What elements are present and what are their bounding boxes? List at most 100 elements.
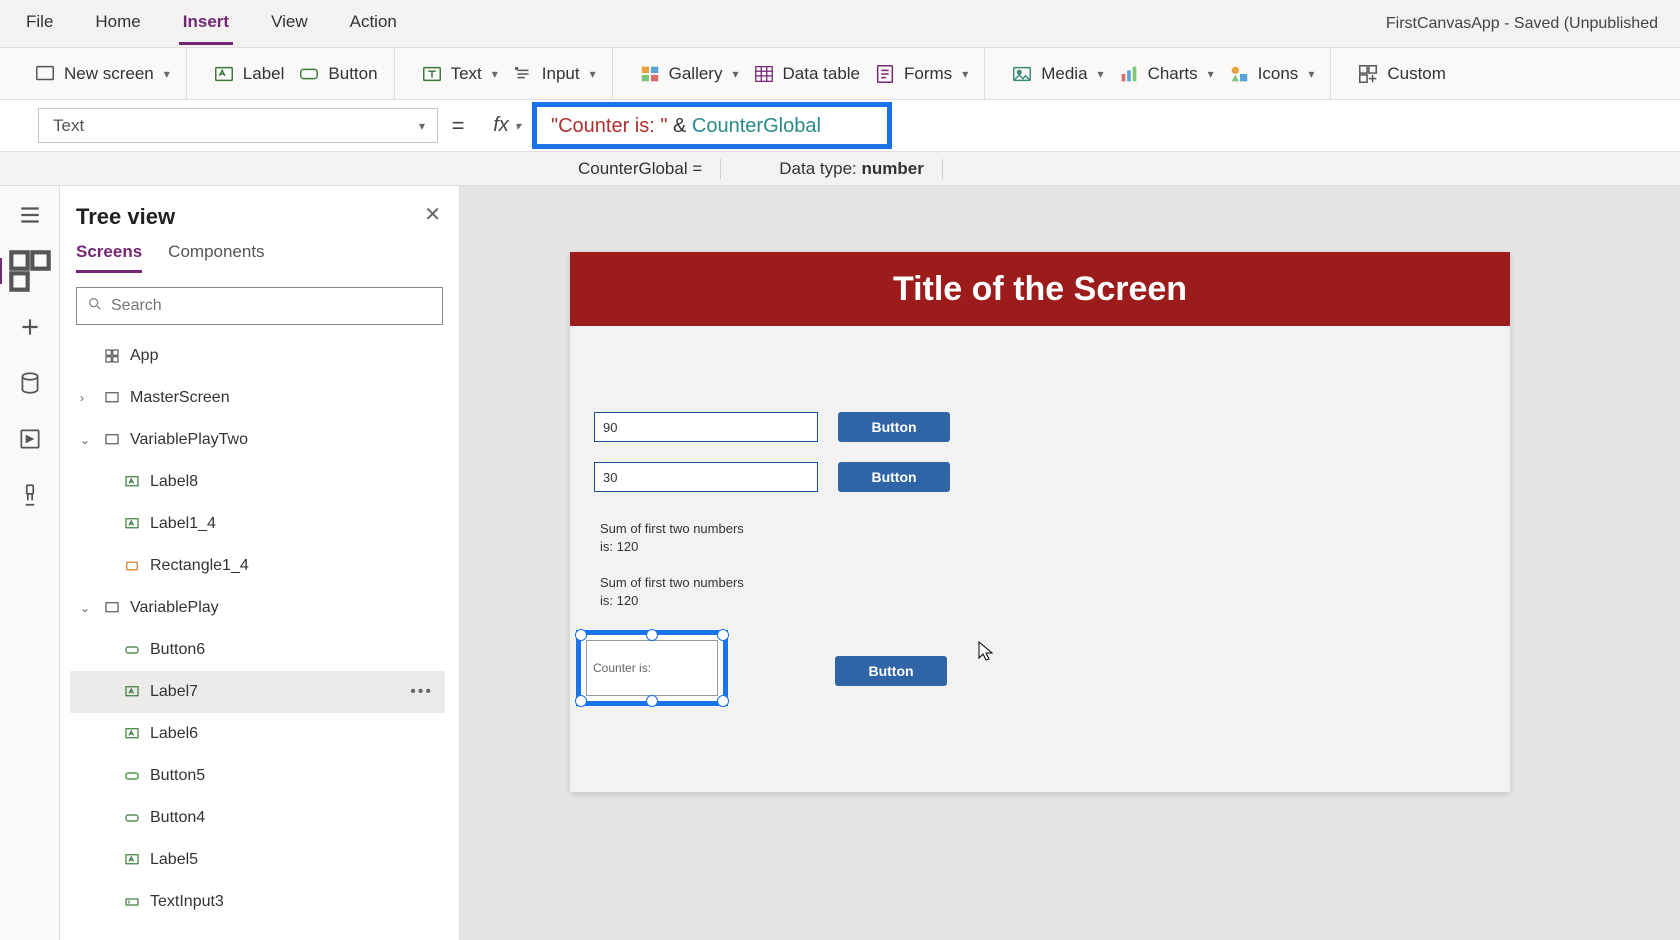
tree-node-app[interactable]: App	[70, 335, 445, 377]
more-icon[interactable]: •••	[410, 683, 433, 701]
input-icon	[512, 63, 534, 85]
chevron-down-icon: ▾	[732, 67, 738, 81]
canvas-button-1[interactable]: Button	[838, 412, 950, 442]
text-icon	[421, 63, 443, 85]
tree-node-label: App	[130, 347, 158, 365]
insert-icons-label: Icons	[1258, 64, 1299, 84]
screen-icon	[102, 388, 122, 408]
insert-charts-label: Charts	[1148, 64, 1198, 84]
tree-node-label: MasterScreen	[130, 389, 230, 407]
insert-rail-icon[interactable]	[17, 314, 43, 340]
tree-node-label: TextInput3	[150, 893, 224, 911]
resize-handle[interactable]	[575, 695, 587, 707]
insert-datatable-button[interactable]: Data table	[751, 59, 863, 89]
resize-handle[interactable]	[575, 629, 587, 641]
resize-handle[interactable]	[646, 629, 658, 641]
media-rail-icon[interactable]	[17, 426, 43, 452]
tab-components[interactable]: Components	[168, 242, 264, 273]
menu-action[interactable]: Action	[346, 2, 401, 45]
canvas-sum-label-1: Sum of first two numbers is: 120	[600, 520, 750, 556]
tree-node-label: VariablePlay	[130, 599, 219, 617]
caret-right-icon[interactable]: ›	[80, 391, 94, 405]
insert-label-button[interactable]: Label	[211, 59, 287, 89]
insert-button-button[interactable]: Button	[296, 59, 379, 89]
tree-node-variableplaytwo[interactable]: ⌄ VariablePlayTwo	[70, 419, 445, 461]
canvas-button-3[interactable]: Button	[835, 656, 947, 686]
canvas-button-2[interactable]: Button	[838, 462, 950, 492]
tree-search-input[interactable]	[111, 297, 432, 315]
insert-custom-label: Custom	[1387, 64, 1446, 84]
insert-text-label: Text	[451, 64, 482, 84]
tree-search-box[interactable]	[76, 287, 443, 325]
chevron-down-icon: ▾	[1208, 67, 1214, 81]
close-icon[interactable]: ✕	[424, 202, 441, 227]
caret-down-icon[interactable]: ⌄	[80, 433, 94, 447]
tree-node-label1-4[interactable]: Label1_4	[70, 503, 445, 545]
insert-custom-button[interactable]: Custom	[1355, 59, 1448, 89]
tree-node-button4[interactable]: Button4	[70, 797, 445, 839]
button-icon	[298, 63, 320, 85]
data-rail-icon[interactable]	[17, 370, 43, 396]
chevron-down-icon: ▾	[515, 119, 521, 133]
insert-charts-button[interactable]: Charts ▾	[1116, 59, 1216, 89]
datatype-value: number	[862, 159, 924, 178]
chevron-down-icon: ▾	[1098, 67, 1104, 81]
insert-media-button[interactable]: Media ▾	[1009, 59, 1105, 89]
tree-node-label8[interactable]: Label8	[70, 461, 445, 503]
hamburger-icon[interactable]	[17, 202, 43, 228]
canvas-input-1[interactable]	[594, 412, 818, 442]
insert-forms-button[interactable]: Forms ▾	[872, 59, 970, 89]
resize-handle[interactable]	[717, 629, 729, 641]
equals-label: =	[438, 100, 478, 151]
tree-node-textinput3[interactable]: TextInput3	[70, 881, 445, 923]
formula-input[interactable]: "Counter is: " & CounterGlobal	[532, 102, 892, 149]
new-screen-button[interactable]: New screen ▾	[32, 59, 172, 89]
variable-equals-cell: CounterGlobal =	[560, 159, 721, 179]
label-icon	[122, 724, 142, 744]
menu-view[interactable]: View	[267, 2, 312, 45]
insert-gallery-button[interactable]: Gallery ▾	[637, 59, 741, 89]
button-icon	[122, 808, 142, 828]
tree-node-rectangle1-4[interactable]: Rectangle1_4	[70, 545, 445, 587]
resize-handle[interactable]	[717, 695, 729, 707]
fx-button[interactable]: fx▾	[478, 100, 536, 151]
chevron-down-icon: ▾	[164, 67, 170, 81]
resize-handle[interactable]	[646, 695, 658, 707]
tree-node-label6[interactable]: Label6	[70, 713, 445, 755]
tree-node-variableplay[interactable]: ⌄ VariablePlay	[70, 587, 445, 629]
insert-forms-label: Forms	[904, 64, 952, 84]
tree-node-button5[interactable]: Button5	[70, 755, 445, 797]
tree-node-label5[interactable]: Label5	[70, 839, 445, 881]
screen-icon	[102, 430, 122, 450]
insert-input-button[interactable]: Input ▾	[510, 59, 598, 89]
menu-file[interactable]: File	[22, 2, 57, 45]
screen-preview[interactable]: Title of the Screen Button Button Sum of…	[570, 252, 1510, 792]
property-dropdown[interactable]: Text ▾	[38, 108, 438, 143]
button-icon	[122, 640, 142, 660]
insert-gallery-label: Gallery	[669, 64, 723, 84]
tree-node-label7[interactable]: Label7 •••	[70, 671, 445, 713]
insert-text-button[interactable]: Text ▾	[419, 59, 500, 89]
tree-node-label: Label8	[150, 473, 198, 491]
canvas[interactable]: Title of the Screen Button Button Sum of…	[460, 186, 1680, 940]
app-title: FirstCanvasApp - Saved (Unpublished	[1386, 15, 1658, 33]
tools-rail-icon[interactable]	[17, 482, 43, 508]
tree-view-title: Tree view	[70, 200, 449, 242]
tree-node-masterscreen[interactable]: › MasterScreen	[70, 377, 445, 419]
tree-node-button6[interactable]: Button6	[70, 629, 445, 671]
screen-title-bar: Title of the Screen	[570, 252, 1510, 326]
formula-token-variable: CounterGlobal	[692, 115, 821, 137]
tree-node-label: Label1_4	[150, 515, 216, 533]
treeview-rail-icon[interactable]	[0, 258, 58, 284]
canvas-input-2[interactable]	[594, 462, 818, 492]
chevron-down-icon: ▾	[962, 67, 968, 81]
caret-down-icon[interactable]: ⌄	[80, 601, 94, 615]
charts-icon	[1118, 63, 1140, 85]
tab-screens[interactable]: Screens	[76, 242, 142, 273]
selected-control[interactable]: Counter is:	[576, 630, 728, 706]
app-icon	[102, 346, 122, 366]
rectangle-icon	[122, 556, 142, 576]
menu-home[interactable]: Home	[91, 2, 144, 45]
menu-insert[interactable]: Insert	[179, 2, 233, 45]
insert-icons-button[interactable]: Icons ▾	[1226, 59, 1317, 89]
